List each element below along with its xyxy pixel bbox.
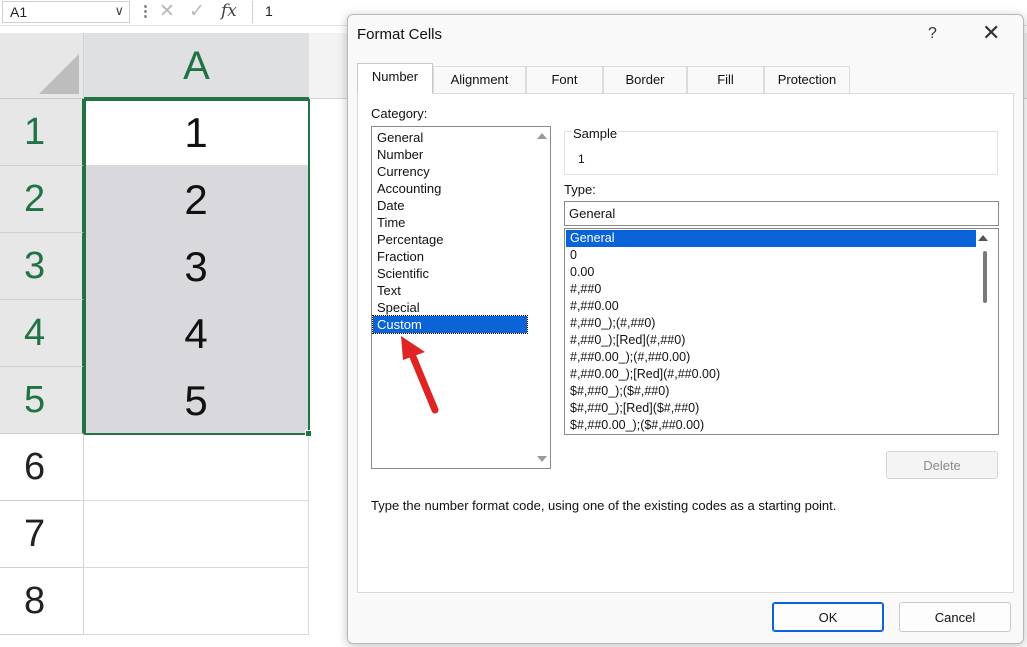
tab-fill[interactable]: Fill (687, 66, 764, 93)
cell-a7[interactable] (84, 501, 309, 568)
type-item[interactable]: $#,##0_);($#,##0) (566, 383, 976, 400)
format-cells-dialog: Format Cells ? ✕ Number Alignment Font B… (347, 14, 1024, 644)
fill-handle[interactable] (305, 430, 312, 437)
row-header-4[interactable]: 4 (0, 300, 84, 367)
category-item-scientific[interactable]: Scientific (373, 265, 527, 282)
scroll-up-icon[interactable] (537, 133, 547, 139)
scrollbar-thumb[interactable] (983, 251, 987, 303)
type-item[interactable]: #,##0_);(#,##0) (566, 315, 976, 332)
cell-a5[interactable]: 5 (84, 367, 309, 434)
name-box[interactable]: A1 ∨ (2, 1, 130, 23)
type-item[interactable]: $#,##0.00_);($#,##0.00) (566, 417, 976, 434)
select-all-corner[interactable] (0, 33, 84, 99)
cell-a8[interactable] (84, 568, 309, 635)
category-label: Category: (371, 106, 428, 121)
row-header-6[interactable]: 6 (0, 434, 84, 501)
formula-input[interactable]: 1 (252, 1, 362, 23)
close-icon[interactable]: ✕ (982, 20, 1000, 46)
type-label: Type: (564, 182, 596, 197)
formula-bar-grip-icon: ⋮ (138, 3, 153, 20)
category-item-percentage[interactable]: Percentage (373, 231, 527, 248)
tab-protection[interactable]: Protection (764, 66, 850, 93)
cancel-icon[interactable]: ✕ (159, 0, 175, 23)
row-header-3[interactable]: 3 (0, 233, 84, 300)
help-button[interactable]: ? (928, 25, 937, 43)
category-item-time[interactable]: Time (373, 214, 527, 231)
type-item[interactable]: #,##0.00_);(#,##0.00) (566, 349, 976, 366)
category-item-fraction[interactable]: Fraction (373, 248, 527, 265)
category-item-text[interactable]: Text (373, 282, 527, 299)
cell-a2[interactable]: 2 (84, 166, 309, 233)
category-item-general[interactable]: General (373, 129, 527, 146)
check-icon[interactable]: ✓ (189, 0, 205, 23)
chevron-down-icon[interactable]: ∨ (114, 3, 124, 19)
hint-text: Type the number format code, using one o… (371, 498, 837, 513)
category-item-number[interactable]: Number (373, 146, 527, 163)
cell-a6[interactable] (84, 434, 309, 501)
tab-alignment[interactable]: Alignment (433, 66, 526, 93)
formula-bar-buttons: ✕ ✓ fx (155, 0, 245, 24)
category-item-accounting[interactable]: Accounting (373, 180, 527, 197)
number-tab-panel: Category: General Number Currency Accoun… (357, 93, 1014, 593)
row-header-5[interactable]: 5 (0, 367, 84, 434)
scroll-down-icon[interactable] (537, 456, 547, 462)
sample-value: 1 (578, 152, 585, 166)
row-header-2[interactable]: 2 (0, 166, 84, 233)
scroll-up-icon[interactable] (978, 235, 988, 241)
type-item[interactable]: #,##0.00 (566, 298, 976, 315)
name-box-value: A1 (10, 4, 28, 20)
sample-label: Sample (572, 126, 619, 141)
cancel-button[interactable]: Cancel (899, 602, 1011, 632)
insert-function-icon[interactable]: fx (221, 1, 237, 21)
row-header-8[interactable]: 8 (0, 568, 84, 635)
dialog-title: Format Cells (357, 26, 443, 43)
row-header-7[interactable]: 7 (0, 501, 84, 568)
tab-border[interactable]: Border (603, 66, 687, 93)
type-input[interactable] (564, 201, 999, 226)
category-item-custom[interactable]: Custom (372, 315, 528, 334)
ok-button[interactable]: OK (772, 602, 884, 632)
formula-input-value: 1 (265, 3, 273, 19)
type-item[interactable]: 0.00 (566, 264, 976, 281)
delete-button[interactable]: Delete (886, 451, 998, 479)
tab-number[interactable]: Number (357, 63, 433, 94)
type-item[interactable]: General (566, 230, 976, 247)
category-item-currency[interactable]: Currency (373, 163, 527, 180)
category-item-date[interactable]: Date (373, 197, 527, 214)
type-item[interactable]: $#,##0_);[Red]($#,##0) (566, 400, 976, 417)
type-item[interactable]: #,##0.00_);[Red](#,##0.00) (566, 366, 976, 383)
cell-a1[interactable]: 1 (84, 99, 309, 166)
column-header-a[interactable]: A (84, 33, 309, 99)
category-list[interactable]: General Number Currency Accounting Date … (371, 126, 551, 469)
cell-a3[interactable]: 3 (84, 233, 309, 300)
type-item[interactable]: #,##0_);[Red](#,##0) (566, 332, 976, 349)
type-list[interactable]: General 0 0.00 #,##0 #,##0.00 #,##0_);(#… (564, 228, 999, 435)
tab-font[interactable]: Font (526, 66, 603, 93)
row-header-1[interactable]: 1 (0, 99, 84, 166)
category-item-special[interactable]: Special (373, 299, 527, 316)
type-item[interactable]: #,##0 (566, 281, 976, 298)
sample-group (564, 131, 998, 175)
cell-a4[interactable]: 4 (84, 300, 309, 367)
type-item[interactable]: 0 (566, 247, 976, 264)
